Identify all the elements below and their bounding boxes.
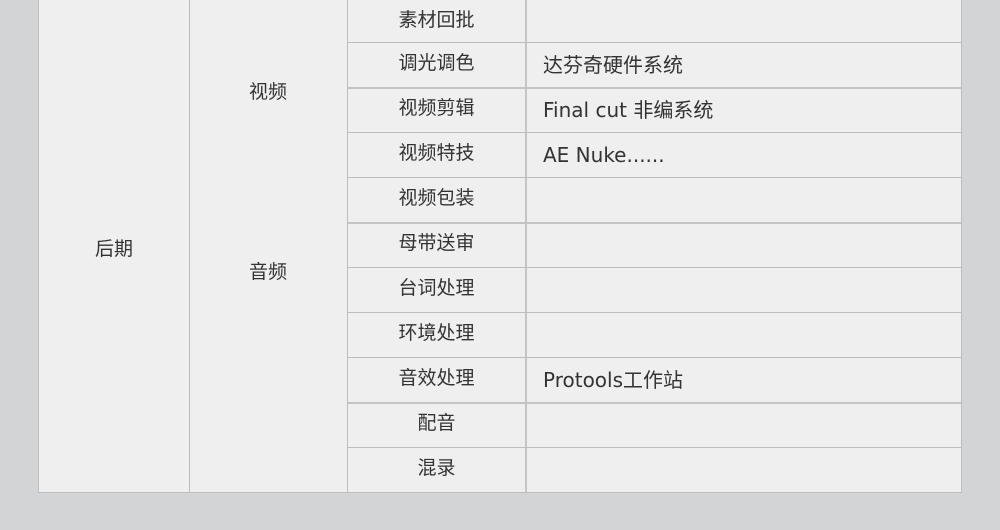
task-cell: 台词处理 [398,277,475,299]
task-cell: 调光调色 [398,52,475,74]
task-cell: 母带送审 [398,232,475,254]
group-label-video: 视频 [248,81,287,103]
task-cell: 素材回批 [398,9,475,31]
task-cell: 环境处理 [398,322,475,344]
task-cell: 视频特技 [398,142,475,164]
tool-cell: 达芬奇硬件系统 [543,53,683,77]
tool-cell: Protools工作站 [543,368,684,392]
tool-cell: Final cut 非编系统 [543,98,714,122]
task-cell: 视频包装 [398,187,475,209]
task-cell: 配音 [417,412,456,434]
post-production-table: 后期 视频 音频 素材回批调光调色 达芬奇硬件系统视频剪辑 Final cut 非编… [38,0,962,493]
stage-label: 后期 [94,238,133,260]
column-divider [189,0,190,492]
column-divider [525,0,527,492]
task-cell: 视频剪辑 [398,97,475,119]
task-cell: 混录 [417,457,456,479]
group-label-audio: 音频 [248,261,287,283]
tool-cell: AE Nuke...... [543,143,665,167]
task-cell: 音效处理 [398,367,475,389]
